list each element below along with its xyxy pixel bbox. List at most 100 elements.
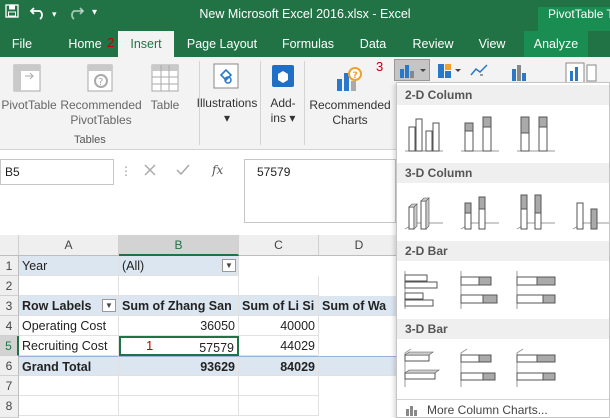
cell-b1[interactable]: (All) ▼ [119, 256, 239, 276]
cell-a6[interactable]: Grand Total [19, 356, 119, 376]
illustrations-label: Illustrations [196, 96, 258, 110]
cell-b2[interactable] [119, 276, 239, 296]
window-title: New Microsoft Excel 2016.xlsx - Excel [199, 7, 411, 21]
insert-column-chart-button[interactable] [394, 59, 430, 81]
addins-button[interactable]: Add- ins ▾ [262, 96, 304, 126]
clustered-bar-icon[interactable] [401, 267, 447, 313]
formula-bar-grip-icon: ⋮ [120, 164, 132, 178]
step-2-marker: 2 [107, 35, 115, 50]
cell-a5[interactable]: Recruiting Cost [19, 336, 119, 356]
insert-line-chart-icon[interactable] [470, 63, 488, 80]
100-percent-stacked-bar-icon[interactable] [513, 267, 559, 313]
cell-c4[interactable]: 40000 [239, 316, 319, 336]
cell-b8[interactable] [119, 396, 239, 416]
3d-stacked-bar-icon[interactable] [457, 345, 503, 391]
ribbon-separator [260, 61, 261, 145]
tab-insert[interactable]: Insert [118, 31, 174, 57]
recommended-pivottables-button[interactable]: Recommended PivotTables [58, 98, 144, 128]
select-all-corner[interactable] [0, 235, 19, 256]
3d-100-percent-stacked-column-icon[interactable] [513, 189, 559, 235]
tab-file[interactable]: File [0, 31, 44, 57]
tab-view[interactable]: View [470, 31, 514, 57]
ribbon-tabs: File Home 2 Insert Page Layout Formulas … [0, 31, 610, 57]
3d-clustered-column-icon[interactable] [401, 189, 447, 235]
100-percent-stacked-column-icon[interactable] [513, 111, 559, 157]
pivottable-button[interactable]: PivotTable [0, 98, 58, 113]
cell-a1[interactable]: Year [19, 256, 119, 276]
row-header-6[interactable]: 6 [0, 356, 19, 376]
gallery-section-2d-column: 2-D Column [397, 85, 609, 105]
cell-a3[interactable]: Row Labels ▼ [19, 296, 119, 316]
cell-c3[interactable]: Sum of Li Si [239, 296, 319, 316]
table-button[interactable]: Table [144, 98, 186, 113]
illustrations-button[interactable]: Illustrations ▾ [194, 96, 260, 126]
3d-stacked-column-icon[interactable] [457, 189, 503, 235]
column-header-c[interactable]: C [239, 235, 319, 256]
recommended-pivottables-label-2: PivotTables [70, 113, 132, 127]
column-header-a[interactable]: A [19, 235, 119, 256]
row-header-3[interactable]: 3 [0, 296, 19, 316]
stacked-bar-icon[interactable] [457, 267, 503, 313]
cell-c5[interactable]: 44029 [239, 336, 319, 356]
cell-c8[interactable] [239, 396, 319, 416]
worksheet-grid: A B C D 1 2 3 4 5 6 7 8 Year (All) ▼ Row… [0, 235, 400, 418]
cell-a7[interactable] [19, 376, 119, 396]
column-header-d[interactable]: D [319, 235, 400, 256]
gallery-section-3d-bar: 3-D Bar [397, 319, 609, 339]
tab-data[interactable]: Data [352, 31, 394, 57]
recommended-pivottables-label-1: Recommended [60, 98, 142, 112]
formula-input[interactable]: 57579 [244, 159, 396, 223]
row-header-7[interactable]: 7 [0, 376, 19, 396]
illustrations-icon [213, 63, 239, 94]
cell-c6[interactable]: 84029 [239, 356, 319, 376]
row-labels-header: Row Labels [22, 299, 92, 313]
cell-d3[interactable]: Sum of Wa [319, 296, 400, 316]
cell-b3[interactable]: Sum of Zhang San [119, 296, 239, 316]
3d-100-percent-stacked-bar-icon[interactable] [513, 345, 559, 391]
tab-page-layout[interactable]: Page Layout [182, 31, 262, 57]
ribbon-separator [304, 61, 305, 145]
tab-review[interactable]: Review [406, 31, 460, 57]
svg-text:?: ? [98, 77, 103, 88]
insert-function-button[interactable]: fx [212, 163, 223, 177]
cell-d6[interactable] [319, 356, 400, 376]
cell-a4[interactable]: Operating Cost [19, 316, 119, 336]
row-header-4[interactable]: 4 [0, 316, 19, 336]
cell-c2[interactable] [239, 276, 319, 296]
formula-controls: ⋮ fx [114, 159, 244, 185]
cell-b6[interactable]: 93629 [119, 356, 239, 376]
row-header-1[interactable]: 1 [0, 256, 19, 276]
cancel-icon[interactable] [144, 163, 156, 180]
column-header-b[interactable]: B [119, 235, 239, 256]
tab-formulas[interactable]: Formulas [276, 31, 340, 57]
gallery-section-3d-column: 3-D Column [397, 163, 609, 183]
row-header-2[interactable]: 2 [0, 276, 19, 296]
insert-hierarchy-chart-icon[interactable] [436, 61, 464, 84]
addins-label-1: Add- [270, 96, 296, 110]
3d-column-icon[interactable] [569, 189, 609, 235]
cell-a2[interactable] [19, 276, 119, 296]
row-labels-filter-icon[interactable]: ▼ [102, 299, 116, 312]
addins-label-2: ins [270, 111, 286, 125]
tab-home[interactable]: Home [60, 31, 110, 57]
enter-icon[interactable] [176, 163, 190, 180]
table-icon [150, 63, 180, 96]
clustered-column-icon[interactable] [401, 111, 447, 157]
3d-clustered-bar-icon[interactable] [401, 345, 447, 391]
cell-a8[interactable] [19, 396, 119, 416]
more-charts-icon [405, 404, 419, 417]
row-header-8[interactable]: 8 [0, 396, 19, 418]
name-box[interactable]: B5 [0, 159, 114, 185]
filter-dropdown-icon[interactable]: ▼ [222, 259, 236, 272]
recommended-charts-button[interactable]: Recommended Charts [306, 98, 394, 128]
cell-b4[interactable]: 36050 [119, 316, 239, 336]
step-1-marker: 1 [146, 338, 154, 353]
row-header-5[interactable]: 5 [0, 336, 19, 356]
stacked-column-icon[interactable] [457, 111, 503, 157]
tab-analyze[interactable]: Analyze [524, 31, 588, 57]
recommended-pivottables-icon: ? [86, 63, 116, 96]
cell-b5-selected[interactable]: 57579 [119, 336, 239, 356]
cell-c7[interactable] [239, 376, 319, 396]
more-column-charts-link[interactable]: More Column Charts... [397, 399, 609, 417]
cell-b7[interactable] [119, 376, 239, 396]
